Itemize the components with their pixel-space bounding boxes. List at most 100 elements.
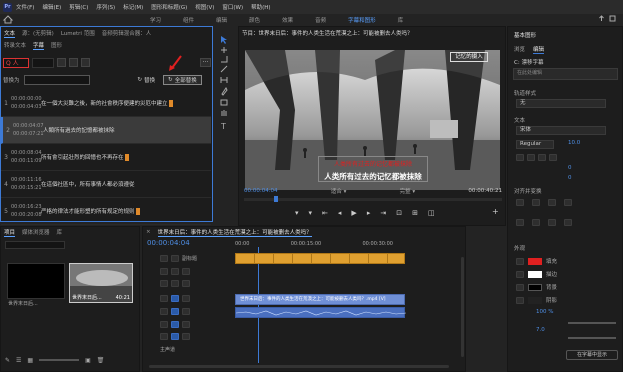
- justify-icon[interactable]: [549, 154, 557, 161]
- menu-markers[interactable]: 标记(M): [123, 3, 143, 11]
- align-left-icon[interactable]: [516, 154, 524, 161]
- track-style-dropdown[interactable]: 无: [516, 99, 606, 108]
- next-result-button[interactable]: [69, 58, 78, 67]
- workspace-edit[interactable]: 编辑: [216, 16, 227, 24]
- background-checkbox[interactable]: [516, 283, 524, 291]
- workspace-learn[interactable]: 学习: [150, 16, 161, 24]
- playhead-marker[interactable]: [274, 196, 278, 202]
- menu-graphics[interactable]: 图形和标题(G): [151, 3, 187, 11]
- new-item-icon[interactable]: ▣: [85, 357, 91, 364]
- background-swatch[interactable]: [528, 283, 542, 291]
- menu-file[interactable]: 文件(F): [16, 3, 34, 11]
- mark-out-icon[interactable]: ▾: [309, 209, 313, 217]
- timeline-vertical-scrollbar[interactable]: [461, 257, 464, 357]
- lock-icon[interactable]: [160, 280, 168, 287]
- align-bottom-icon[interactable]: [548, 199, 556, 206]
- step-forward-icon[interactable]: ▸: [367, 209, 371, 217]
- more-options-icon[interactable]: ···: [200, 58, 211, 67]
- tab-text[interactable]: 文本: [4, 29, 16, 38]
- tab-lumetri-scopes[interactable]: Lumetri 范围: [61, 29, 95, 37]
- spacing-value[interactable]: 0: [568, 165, 572, 171]
- scale-icon[interactable]: [548, 219, 556, 226]
- menu-help[interactable]: 帮助(H): [251, 3, 270, 11]
- caption-item[interactable]: 5 00:00:16:23 00:00:20:08 严格的律法才能形塑的所有规定的…: [1, 198, 211, 225]
- tab-browse[interactable]: 浏览: [514, 45, 525, 54]
- go-to-in-icon[interactable]: ⇤: [322, 209, 328, 217]
- replace-input[interactable]: [23, 74, 90, 85]
- lock-icon[interactable]: [160, 295, 168, 302]
- step-back-icon[interactable]: ◂: [338, 209, 342, 217]
- target-a3-icon[interactable]: [171, 333, 179, 340]
- font-size-value[interactable]: 10.0: [568, 140, 580, 146]
- fill-checkbox[interactable]: [516, 257, 524, 265]
- menu-window[interactable]: 窗口(W): [222, 3, 243, 11]
- trash-icon[interactable]: 🗑: [97, 357, 105, 364]
- kerning-value[interactable]: 0: [568, 175, 572, 181]
- fill-swatch[interactable]: [528, 257, 542, 265]
- workspace-color[interactable]: 颜色: [249, 16, 260, 24]
- stroke-swatch[interactable]: [528, 270, 542, 278]
- target-a2-icon[interactable]: [171, 321, 179, 328]
- tab-media-browser[interactable]: 媒体浏览器: [22, 228, 50, 236]
- replace-button[interactable]: ↻ 替换: [134, 75, 160, 85]
- caption-item-selected[interactable]: 2 00:00:04:07 00:00:07:21 人類所有過去的記憶都被抹除: [1, 117, 211, 144]
- zoom-slider[interactable]: [39, 359, 80, 361]
- lock-icon[interactable]: [160, 268, 168, 275]
- align-middle-icon[interactable]: [532, 199, 540, 206]
- add-button-icon[interactable]: +: [492, 207, 499, 216]
- project-search-input[interactable]: [5, 241, 65, 249]
- menu-edit[interactable]: 编辑(E): [42, 3, 61, 11]
- slider-track[interactable]: [568, 322, 616, 324]
- mark-in-icon[interactable]: ▾: [295, 209, 299, 217]
- show-in-captions-button[interactable]: 在字幕中显示: [566, 350, 618, 360]
- fit-dropdown[interactable]: 适合 ▾: [331, 187, 347, 195]
- target-v1-icon[interactable]: [171, 295, 179, 302]
- lock-icon[interactable]: [160, 255, 168, 262]
- refresh-icon[interactable]: [81, 58, 90, 67]
- font-style-dropdown[interactable]: Regular: [516, 140, 554, 149]
- icon-view-icon[interactable]: ▦: [27, 357, 33, 364]
- rotation-icon[interactable]: [564, 219, 572, 226]
- menu-sequence[interactable]: 序列(S): [96, 3, 115, 11]
- resolution-dropdown[interactable]: 完整 ▾: [400, 187, 416, 195]
- mute-icon[interactable]: [182, 321, 190, 328]
- menu-view[interactable]: 视图(V): [195, 3, 214, 11]
- tab-project[interactable]: 项目: [4, 228, 16, 237]
- sequence-tab[interactable]: 世界末日后：事件的人类生活在荒漠之上：可能被删去人类吗？: [157, 228, 312, 237]
- opacity-value[interactable]: 100 %: [536, 309, 553, 315]
- audio-clip[interactable]: [235, 307, 407, 318]
- graphic-layer-item[interactable]: C: 漂移字幕: [514, 58, 543, 66]
- timeline-timecode[interactable]: 00:00:04:04: [147, 239, 190, 247]
- mute-icon[interactable]: [182, 333, 190, 340]
- extract-icon[interactable]: ⊞: [412, 209, 418, 217]
- pencil-icon[interactable]: ✎: [5, 357, 10, 364]
- mute-icon[interactable]: [182, 308, 190, 315]
- caption-item[interactable]: 4 00:00:11:16 00:00:15:21 在這個社區中，所有事情人都必須…: [1, 171, 211, 198]
- program-scrubber[interactable]: [244, 196, 502, 202]
- target-a1-icon[interactable]: [171, 308, 179, 315]
- align-top-icon[interactable]: [516, 199, 524, 206]
- tab-edit[interactable]: 编辑: [533, 45, 545, 54]
- tab-graphics[interactable]: 图形: [51, 41, 62, 49]
- tab-source[interactable]: 源：(无剪辑): [22, 29, 54, 37]
- caption-item[interactable]: 3 00:00:08:04 00:00:11:09 所有會引起壯烈的回憶也不再存在: [1, 144, 211, 171]
- shadow-size-value[interactable]: 7.0: [536, 327, 545, 333]
- timeline-ruler[interactable]: 00:00 00:00:15:00 00:00:30:00: [235, 241, 463, 251]
- search-scope-dropdown[interactable]: [32, 57, 54, 68]
- playhead-line[interactable]: [258, 247, 259, 363]
- export-frame-icon[interactable]: ◫: [428, 209, 435, 217]
- tab-captions[interactable]: 字幕: [33, 41, 45, 50]
- tab-audio-clip-mixer[interactable]: 音频剪辑混合器：人: [102, 29, 152, 37]
- play-icon[interactable]: ▶: [351, 209, 356, 217]
- menu-clip[interactable]: 剪辑(C): [69, 3, 88, 11]
- subtitle-box[interactable]: 人类所有过去的记忆都被抹除 人类所有过去的记忆都被抹除: [318, 156, 428, 182]
- video-clip[interactable]: 世界末日后：事件的人类生活在荒漠之上：可能被删去人类吗？.mp4 [V]: [235, 294, 405, 305]
- program-timecode-current[interactable]: 00:00:04:04: [244, 188, 278, 194]
- workspace-effects[interactable]: 效果: [282, 16, 293, 24]
- replace-all-button[interactable]: ↻ 全部替换: [163, 74, 202, 85]
- align-center-icon[interactable]: [527, 154, 535, 161]
- align-right-icon[interactable]: [538, 154, 546, 161]
- close-icon[interactable]: ×: [146, 229, 151, 235]
- workspace-captions[interactable]: 字幕和图形: [348, 16, 376, 24]
- lift-icon[interactable]: ⊡: [396, 209, 402, 217]
